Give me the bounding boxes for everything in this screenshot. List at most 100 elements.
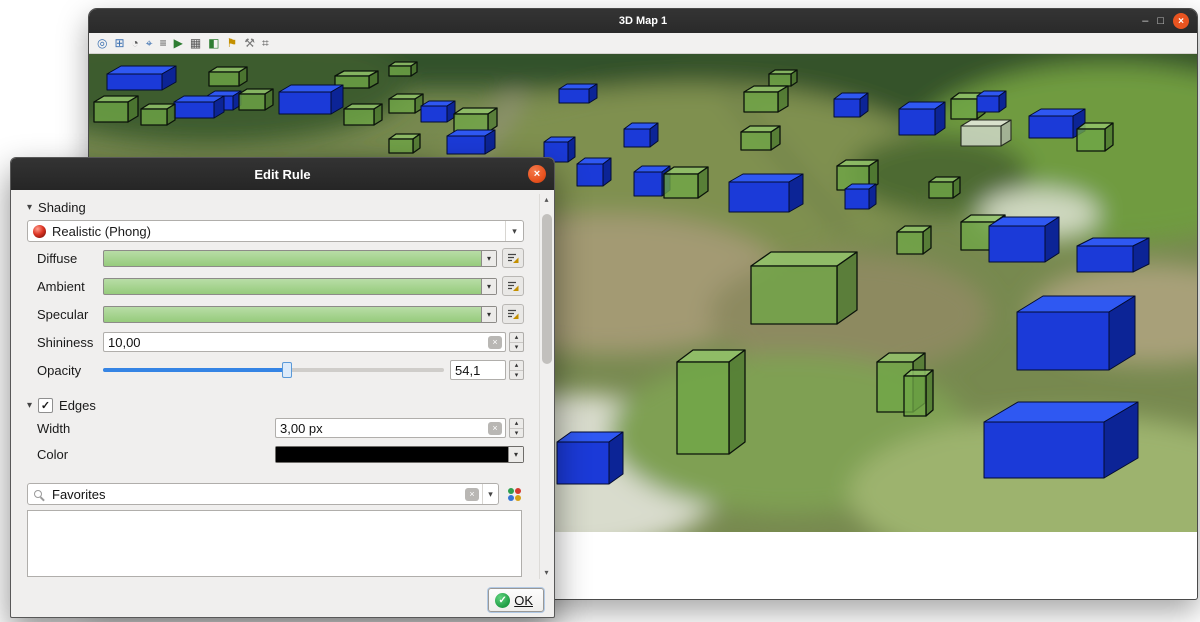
opacity-slider[interactable] (103, 360, 444, 380)
scroll-down-icon[interactable]: ▾ (544, 567, 548, 579)
chevron-down-icon[interactable]: ▾ (481, 307, 496, 322)
opacity-fill (103, 368, 287, 372)
specular-row: Specular ▾ (37, 304, 524, 324)
collapse-triangle-icon[interactable]: ▾ (27, 400, 32, 411)
specular-label: Specular (37, 307, 103, 322)
phong-sphere-icon (33, 225, 46, 238)
chevron-down-icon[interactable]: ▾ (508, 447, 523, 462)
shininess-field-wrap: × (103, 332, 506, 352)
edges-section-label: Edges (59, 398, 96, 413)
scrollbar-track[interactable] (542, 206, 552, 567)
edge-width-label: Width (37, 421, 275, 436)
style-manager-button[interactable] (504, 484, 524, 504)
measure-icon[interactable]: ≡ (160, 37, 167, 49)
chevron-down-icon[interactable]: ▾ (481, 279, 496, 294)
edge-color-button[interactable]: ▾ (275, 446, 524, 463)
chevron-down-icon[interactable]: ▾ (482, 484, 498, 504)
specular-color-ramp-button[interactable]: ▾ (103, 306, 497, 323)
opacity-row: Opacity × ▴ ▾ (37, 360, 524, 380)
opacity-label: Opacity (37, 363, 103, 378)
options-icon[interactable]: ⌗ (262, 37, 269, 49)
dialog-body: ▾ Shading Realistic (Phong) ▾ Diffuse ▾ … (11, 190, 554, 583)
spin-up-icon[interactable]: ▴ (510, 333, 523, 342)
symbol-list[interactable] (27, 510, 522, 577)
chevron-down-icon[interactable]: ▾ (505, 221, 523, 241)
dialog-close-icon[interactable]: × (528, 165, 546, 183)
play-icon[interactable]: ▶ (174, 37, 183, 49)
data-defined-override-icon (506, 279, 520, 293)
clear-icon[interactable]: × (465, 488, 479, 501)
spin-down-icon[interactable]: ▾ (510, 370, 523, 380)
spin-down-icon[interactable]: ▾ (510, 342, 523, 352)
dialog-titlebar[interactable]: Edit Rule × (11, 158, 554, 190)
pan-tool-icon[interactable]: ◎ (97, 37, 107, 49)
export-icon[interactable]: ▦ (190, 37, 201, 49)
diffuse-label: Diffuse (37, 251, 103, 266)
edges-section-header[interactable]: ▾ ✓ Edges (27, 398, 524, 413)
ambient-label: Ambient (37, 279, 103, 294)
shininess-input[interactable] (104, 335, 488, 350)
dialog-button-bar: ✓ OK (11, 583, 554, 617)
animation-icon[interactable]: ◔ (132, 37, 139, 49)
data-defined-override-icon (506, 251, 520, 265)
edge-width-input[interactable] (276, 421, 488, 436)
opacity-value-wrap: × (450, 360, 506, 380)
zoom-extent-icon[interactable]: ⊞ (114, 37, 124, 49)
minimize-icon[interactable]: – (1142, 16, 1148, 27)
dialog-scrollbar[interactable]: ▴ ▾ (539, 194, 553, 579)
ambient-row: Ambient ▾ (37, 276, 524, 296)
window-title: 3D Map 1 (619, 15, 667, 27)
diffuse-override-button[interactable] (502, 248, 524, 268)
edge-width-row: Width × ▴ ▾ (37, 418, 524, 438)
scene-icon[interactable]: ◧ (208, 37, 219, 49)
ok-check-icon: ✓ (495, 593, 510, 608)
ambient-color-ramp-button[interactable]: ▾ (103, 278, 497, 295)
data-defined-override-icon (506, 307, 520, 321)
clear-icon[interactable]: × (488, 422, 502, 435)
favorites-search-box[interactable]: × ▾ (27, 483, 499, 505)
scroll-up-icon[interactable]: ▴ (544, 194, 548, 206)
wrench-icon[interactable]: ⚒ (244, 37, 255, 49)
search-icon (34, 490, 42, 498)
shading-mode-value: Realistic (Phong) (52, 224, 505, 239)
edge-color-row: Color ▾ (37, 446, 524, 463)
check-icon: ✓ (41, 399, 50, 412)
effects-icon[interactable]: ⚑ (227, 37, 238, 49)
diffuse-color-ramp-button[interactable]: ▾ (103, 250, 497, 267)
ok-button-label: OK (514, 593, 533, 608)
shading-section-header[interactable]: ▾ Shading (27, 200, 524, 215)
favorites-input[interactable] (48, 487, 465, 502)
collapse-triangle-icon[interactable]: ▾ (27, 202, 32, 213)
chevron-down-icon[interactable]: ▾ (481, 251, 496, 266)
ok-button[interactable]: ✓ OK (488, 588, 544, 612)
ambient-override-button[interactable] (502, 276, 524, 296)
spin-up-icon[interactable]: ▴ (510, 419, 523, 428)
shading-mode-combobox[interactable]: Realistic (Phong) ▾ (27, 220, 524, 242)
window-close-icon[interactable]: × (1173, 13, 1189, 29)
edge-color-swatch (276, 447, 508, 462)
specular-override-button[interactable] (502, 304, 524, 324)
maximize-icon[interactable]: □ (1157, 16, 1164, 27)
window-titlebar[interactable]: 3D Map 1 – □ × (89, 9, 1197, 33)
slider-handle[interactable] (282, 362, 292, 378)
scrollbar-thumb[interactable] (542, 214, 552, 364)
shininess-label: Shininess (37, 335, 103, 350)
style-manager-icon (507, 487, 522, 502)
spin-up-icon[interactable]: ▴ (510, 361, 523, 370)
clear-icon[interactable]: × (488, 336, 502, 349)
edges-checkbox[interactable]: ✓ (38, 398, 53, 413)
shading-section-label: Shading (38, 200, 86, 215)
identify-icon[interactable]: ⌖ (146, 37, 153, 49)
edge-width-spinner[interactable]: ▴ ▾ (509, 418, 524, 438)
toolbar: ◎ ⊞ ◔ ⌖ ≡ ▶ ▦ ◧ ⚑ ⚒ ⌗ (89, 33, 1197, 54)
dialog-title: Edit Rule (254, 167, 310, 182)
favorites-row: × ▾ (27, 483, 524, 505)
shininess-spinner[interactable]: ▴ ▾ (509, 332, 524, 352)
opacity-spinner[interactable]: ▴ ▾ (509, 360, 524, 380)
diffuse-row: Diffuse ▾ (37, 248, 524, 268)
edit-rule-dialog: Edit Rule × ▾ Shading Realistic (Phong) … (10, 157, 555, 618)
edge-width-field-wrap: × (275, 418, 506, 438)
shininess-row: Shininess × ▴ ▾ (37, 332, 524, 352)
window-controls: – □ × (1142, 9, 1189, 33)
spin-down-icon[interactable]: ▾ (510, 428, 523, 438)
